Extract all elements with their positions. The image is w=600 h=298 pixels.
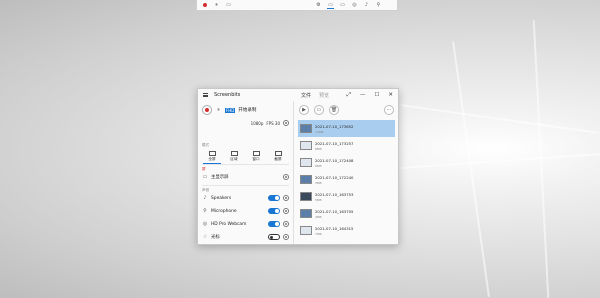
webcam-icon: ◎ bbox=[352, 2, 357, 8]
fullscreen-icon bbox=[208, 151, 216, 156]
folder-icon: ▭ bbox=[226, 2, 231, 8]
pause-button[interactable]: ⏸ bbox=[213, 2, 220, 9]
screen-settings-icon[interactable] bbox=[283, 174, 289, 180]
mode-tabs: 全屏 区域 窗口 截屏 bbox=[203, 151, 287, 164]
speaker-icon: ♪ bbox=[364, 2, 369, 8]
recorder-panel: ⏸ FHD 开始录制 1080p FPS 30 模式 全屏 区域 窗口 截屏 屏… bbox=[198, 101, 294, 244]
play-button[interactable]: ▶ bbox=[299, 105, 309, 115]
mode-section-title: 模式 bbox=[202, 143, 210, 147]
source-row-speakers: ♪ Speakers bbox=[202, 195, 289, 201]
screenshot-icon bbox=[274, 151, 282, 156]
mode-region[interactable]: 区域 bbox=[225, 151, 243, 164]
fps-label[interactable]: FPS 30 bbox=[266, 121, 280, 126]
webcam-icon: ◎ bbox=[202, 221, 208, 227]
region-icon bbox=[230, 151, 238, 156]
pause-button[interactable]: ⏸ bbox=[215, 107, 222, 114]
mode-window[interactable]: 窗口 bbox=[247, 151, 265, 164]
list-item[interactable]: 2021-07-10_164315 7MB bbox=[298, 222, 395, 239]
sound-section-title: 声音 bbox=[202, 188, 210, 192]
files-panel: ▶ ▭ 🗑 ⋯ 2021-07-10_173652 12MB 2021-07-1… bbox=[295, 101, 398, 244]
source-row-cursor: ☝ 光标 bbox=[202, 234, 289, 240]
play-icon: ▶ bbox=[302, 107, 306, 113]
pause-icon: ⏸ bbox=[217, 107, 220, 113]
mode-fullscreen[interactable]: 全屏 bbox=[203, 151, 221, 164]
app-title: Screenbits bbox=[214, 92, 241, 98]
file-actions: ▶ ▭ 🗑 bbox=[299, 105, 339, 115]
record-button[interactable] bbox=[201, 2, 208, 9]
gear-icon: ⚙ bbox=[316, 2, 321, 8]
start-record-button[interactable] bbox=[202, 105, 212, 115]
cursor-icon: ☝ bbox=[203, 234, 207, 240]
cursor-settings-icon[interactable] bbox=[283, 234, 289, 240]
video-thumbnail bbox=[300, 141, 312, 150]
webcam-button[interactable]: ◎ bbox=[351, 2, 358, 9]
screen-source-row[interactable]: ▭ 主显示屏 bbox=[202, 174, 289, 180]
video-thumbnail bbox=[300, 226, 312, 235]
source-row-webcam: ◎ HD Pro Webcam bbox=[202, 221, 289, 227]
pause-icon: ⏸ bbox=[215, 2, 218, 8]
tab-files[interactable]: 文件 bbox=[301, 92, 311, 99]
list-item[interactable]: 2021-07-10_163753 5MB bbox=[298, 188, 395, 205]
open-folder-button[interactable]: ▭ bbox=[314, 105, 324, 115]
screen-alt-button[interactable]: ▭ bbox=[339, 2, 346, 9]
screen-section-title: 屏 bbox=[202, 167, 206, 171]
microphone-icon: ⚲ bbox=[203, 208, 207, 214]
title-bar: Screenbits 文件 预览 ⤢ — ☐ ✕ bbox=[198, 89, 398, 101]
quality-badge: FHD bbox=[225, 107, 236, 113]
format-settings-icon[interactable] bbox=[283, 120, 289, 126]
more-button[interactable]: ⋯ bbox=[384, 105, 394, 115]
list-item[interactable]: 2021-07-10_172240 3MB bbox=[298, 171, 395, 188]
webcam-settings-icon[interactable] bbox=[283, 221, 289, 227]
record-icon bbox=[205, 108, 209, 112]
screenbits-window: Screenbits 文件 预览 ⤢ — ☐ ✕ ⏸ FHD 开始录制 1080… bbox=[197, 88, 399, 245]
cursor-toggle[interactable] bbox=[268, 234, 280, 240]
list-item[interactable]: 2021-07-10_173257 8MB bbox=[298, 137, 395, 154]
list-item[interactable]: 2021-07-10_172408 6MB bbox=[298, 154, 395, 171]
monitor-icon: ▭ bbox=[328, 1, 333, 8]
resolution-label[interactable]: 1080p bbox=[251, 121, 264, 126]
record-controls: ⏸ FHD 开始录制 bbox=[202, 105, 256, 115]
window-icon bbox=[252, 151, 260, 156]
screen-source-label: 主显示屏 bbox=[211, 175, 229, 180]
open-folder-button[interactable]: ▭ bbox=[225, 2, 232, 9]
monitor-icon: ▭ bbox=[202, 174, 208, 180]
video-thumbnail bbox=[300, 209, 312, 218]
expand-button[interactable]: ⤢ bbox=[347, 92, 351, 99]
close-button[interactable]: ✕ bbox=[388, 92, 393, 99]
file-list: 2021-07-10_173652 12MB 2021-07-10_173257… bbox=[298, 120, 395, 239]
folder-icon: ▭ bbox=[316, 107, 322, 113]
settings-button[interactable]: ⚙ bbox=[315, 2, 322, 9]
microphone-settings-icon[interactable] bbox=[283, 208, 289, 214]
menu-icon[interactable] bbox=[203, 93, 208, 97]
floating-toolbar: ⏸ ▭ ⚙ ▭ ▭ ◎ ♪ ⚲ bbox=[196, 0, 398, 11]
maximize-button[interactable]: ☐ bbox=[374, 92, 379, 99]
speakers-settings-icon[interactable] bbox=[283, 195, 289, 201]
record-icon bbox=[202, 3, 207, 7]
minimize-button[interactable]: — bbox=[360, 92, 366, 99]
format-row: 1080p FPS 30 bbox=[251, 120, 289, 126]
video-thumbnail bbox=[300, 192, 312, 201]
video-thumbnail bbox=[300, 124, 312, 133]
speaker-icon: ♪ bbox=[203, 195, 207, 201]
source-row-microphone: ⚲ Microphone bbox=[202, 208, 289, 214]
tab-preview[interactable]: 预览 bbox=[319, 92, 329, 99]
delete-button[interactable]: 🗑 bbox=[329, 105, 339, 115]
monitor-alt-icon: ▭ bbox=[340, 2, 345, 8]
microphone-button[interactable]: ⚲ bbox=[375, 2, 382, 9]
video-thumbnail bbox=[300, 175, 312, 184]
video-thumbnail bbox=[300, 158, 312, 167]
list-item[interactable]: 2021-07-10_163705 4MB bbox=[298, 205, 395, 222]
mode-screenshot[interactable]: 截屏 bbox=[269, 151, 287, 164]
trash-icon: 🗑 bbox=[330, 107, 338, 113]
microphone-toggle[interactable] bbox=[268, 208, 280, 214]
more-icon: ⋯ bbox=[386, 107, 392, 113]
screen-button[interactable]: ▭ bbox=[327, 2, 334, 9]
microphone-icon: ⚲ bbox=[376, 2, 381, 8]
speakers-toggle[interactable] bbox=[268, 195, 280, 201]
webcam-toggle[interactable] bbox=[268, 221, 280, 227]
start-record-label: 开始录制 bbox=[238, 108, 257, 113]
audio-button[interactable]: ♪ bbox=[363, 2, 370, 9]
list-item[interactable]: 2021-07-10_173652 12MB bbox=[298, 120, 395, 137]
